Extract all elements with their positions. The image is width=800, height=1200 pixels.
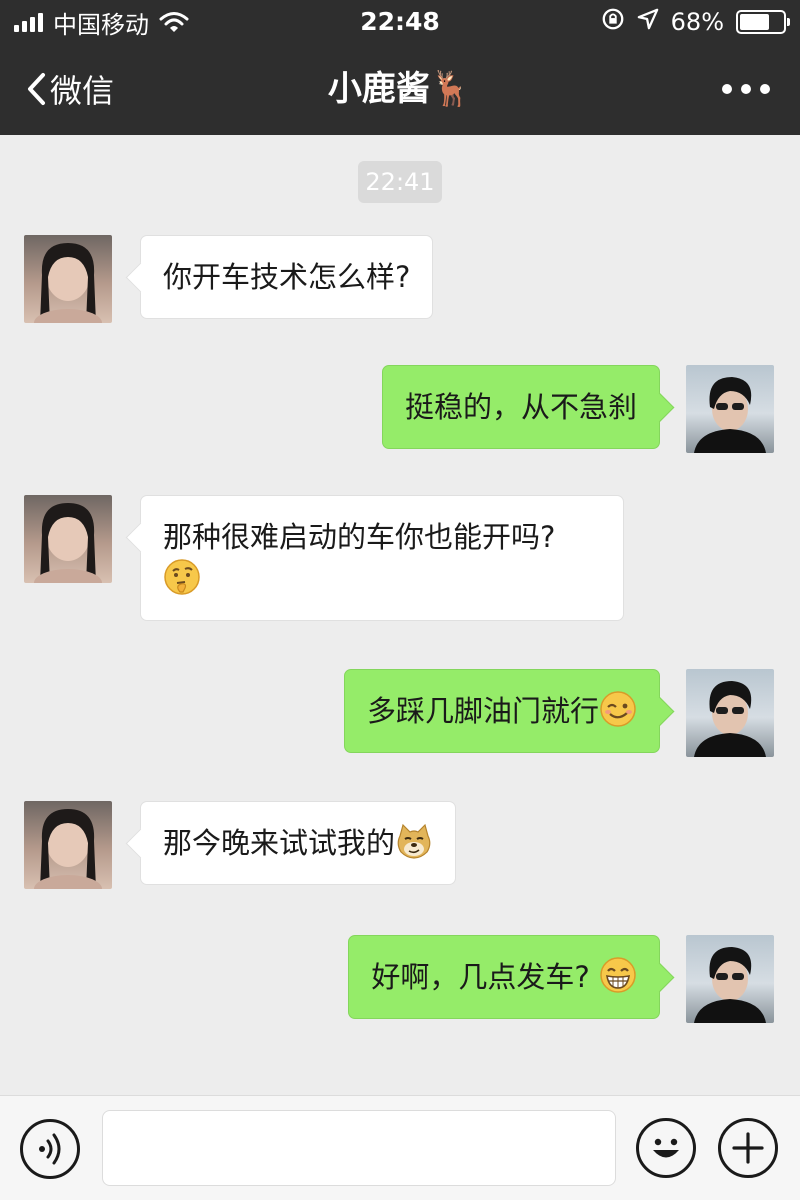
- signal-icon: [14, 12, 43, 32]
- nav-bar: 微信 小鹿酱🦌: [0, 44, 800, 135]
- message-text: 多踩几脚油门就行: [366, 694, 599, 728]
- thinking-emoji: [163, 558, 201, 596]
- more-icon[interactable]: [722, 74, 770, 104]
- doge-emoji: [395, 822, 433, 860]
- message-timestamp: 22:41: [358, 161, 442, 203]
- chat-title: 小鹿酱🦌: [327, 69, 473, 109]
- location-icon: [637, 8, 659, 36]
- message-bubble-incoming[interactable]: 那种很难启动的车你也能开吗?: [140, 495, 624, 621]
- my-avatar[interactable]: [686, 935, 774, 1023]
- carrier-label: 中国移动: [53, 10, 149, 39]
- emoji-icon[interactable]: [636, 1118, 696, 1178]
- message-bubble-outgoing[interactable]: 多踩几脚油门就行: [343, 669, 660, 753]
- contact-avatar[interactable]: [24, 801, 112, 889]
- message-text: 挺稳的，从不急刹: [404, 390, 637, 424]
- message-text: 那种很难启动的车你也能开吗?: [163, 520, 556, 554]
- message-text: 好啊，几点发车?: [371, 960, 590, 994]
- contact-avatar[interactable]: [24, 495, 112, 583]
- top-bar: 中国移动 22:48 68% 微信 小鹿酱🦌: [0, 0, 800, 135]
- message-bubble-incoming[interactable]: 那今晚来试试我的: [140, 801, 457, 885]
- status-left: 中国移动: [14, 6, 189, 39]
- battery-fill: [740, 14, 769, 30]
- status-right: 68%: [601, 6, 790, 38]
- my-avatar[interactable]: [686, 669, 774, 757]
- message-text: 那今晚来试试我的: [163, 826, 396, 860]
- wink-emoji: [599, 690, 637, 728]
- grin-emoji: [599, 956, 637, 994]
- chat-area[interactable]: 22:41 你开车技术怎么样? 挺稳的，从不急刹 那种很难启动的车你也能开吗? …: [0, 135, 800, 1095]
- wifi-icon: [159, 10, 189, 34]
- rotation-lock-icon: [601, 7, 625, 37]
- plus-icon[interactable]: [718, 1118, 778, 1178]
- message-bubble-outgoing[interactable]: 好啊，几点发车?: [348, 935, 660, 1019]
- voice-icon[interactable]: [20, 1119, 80, 1179]
- status-bar: 中国移动 22:48 68%: [0, 0, 800, 44]
- message-bubble-outgoing[interactable]: 挺稳的，从不急刹: [381, 365, 660, 449]
- message-text: 你开车技术怎么样?: [163, 260, 411, 294]
- contact-avatar[interactable]: [24, 235, 112, 323]
- battery-icon: [736, 10, 790, 34]
- battery-percent: 68%: [670, 8, 724, 36]
- message-bubble-incoming[interactable]: 你开车技术怎么样?: [140, 235, 434, 319]
- input-bar: [0, 1095, 800, 1200]
- my-avatar[interactable]: [686, 365, 774, 453]
- message-input[interactable]: [102, 1110, 616, 1186]
